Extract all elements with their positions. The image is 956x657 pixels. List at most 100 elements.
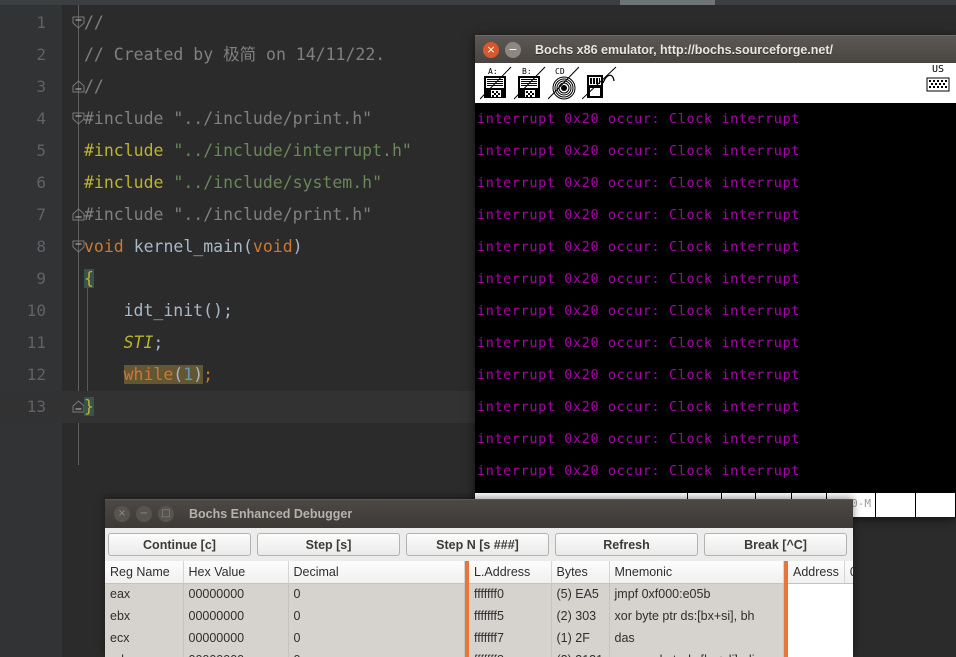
table-row[interactable]: eax 00000000 0 <box>105 583 465 605</box>
floppy-a-icon[interactable]: A: <box>480 65 512 101</box>
bochs-enhanced-debugger-window[interactable]: × − □ Bochs Enhanced Debugger Continue [… <box>105 499 853 657</box>
disassembly-pane[interactable]: L.Address Bytes Mnemonic fffffff0 (5) EA5 jmp… <box>469 561 784 657</box>
debugger-minimize-button[interactable]: − <box>136 506 152 522</box>
column-header[interactable]: L.Address <box>469 561 552 584</box>
table-row[interactable]: fffffff8(2) 3131xor word ptr ds:[bx+di],… <box>469 649 784 657</box>
debugger-toolbar: Continue [c] Step [s] Step N [s ###] Refres… <box>105 528 853 561</box>
line-number: 11 <box>26 333 46 352</box>
table-cell: 00000000 <box>183 583 289 605</box>
code-token: (); <box>203 301 233 320</box>
debugger-title-bar[interactable]: × − □ Bochs Enhanced Debugger <box>105 499 853 528</box>
column-header[interactable]: Reg Name <box>105 561 184 584</box>
column-header[interactable]: Hex Value <box>183 561 289 584</box>
memory-pane[interactable]: Address0 <box>788 561 853 657</box>
bochs-close-button[interactable]: × <box>483 41 499 58</box>
registers-table[interactable]: Reg Name Hex Value Decimal eax 00000000 0 ebx 0… <box>105 561 465 657</box>
code-text: while(1); <box>84 359 213 391</box>
registers-pane[interactable]: Reg Name Hex Value Decimal eax 00000000 0 ebx 0… <box>105 561 465 657</box>
bochs-minimize-button[interactable]: − <box>505 41 521 58</box>
vga-text-line: interrupt 0x20 occur: Clock interrupt <box>477 303 800 319</box>
table-cell: 00000000 <box>183 605 289 627</box>
vga-text-line: interrupt 0x20 occur: Clock interrupt <box>477 143 800 159</box>
vga-text-line: interrupt 0x20 occur: Clock interrupt <box>477 175 800 191</box>
minimize-icon: − <box>139 508 149 519</box>
bochs-emulator-window[interactable]: × − Bochs x86 emulator, http://bochs.sou… <box>475 35 956 517</box>
table-cell: fffffff5 <box>469 605 552 627</box>
debugger-maximize-button[interactable]: □ <box>158 506 174 522</box>
table-row[interactable]: fffffff0 (5) EA5 jmpf 0xf000:e05b <box>469 583 784 605</box>
table-cell: 0 <box>288 605 465 627</box>
line-number: 8 <box>36 237 46 256</box>
debugger-close-button[interactable]: × <box>114 506 130 522</box>
bochs-window-title: Bochs x86 emulator, http://bochs.sourcef… <box>535 42 833 57</box>
keyboard-layout-indicator[interactable]: US <box>923 64 953 92</box>
svg-text:CD: CD <box>555 67 565 76</box>
table-row[interactable]: ecx 00000000 0 <box>105 627 465 649</box>
code-token: #include <box>84 109 164 128</box>
table-cell: jmpf 0xf000:e05b <box>609 583 784 605</box>
svg-text:A:: A: <box>488 67 498 76</box>
maximize-icon: □ <box>161 508 171 519</box>
code-text: // <box>84 71 104 103</box>
code-token: "../include/print.h" <box>173 205 373 224</box>
screen-root: 1 // 2 // Created by 极简 on 14/11/22. 3 // 4 #in… <box>0 0 956 657</box>
memory-table[interactable]: Address0 <box>788 561 853 584</box>
table-row[interactable]: fffffff5 (2) 303 xor byte ptr ds:[bx+si], … <box>469 605 784 627</box>
vga-text-line: interrupt 0x20 occur: Clock interrupt <box>477 239 800 255</box>
code-token: // <box>84 13 104 32</box>
keyboard-icon <box>926 77 950 92</box>
column-header[interactable]: Bytes <box>551 561 610 584</box>
step-button[interactable]: Step [s] <box>257 533 400 556</box>
bochs-toolbar[interactable]: A: B: CD US <box>475 63 956 103</box>
table-row[interactable]: ebx 00000000 0 <box>105 605 465 627</box>
cdrom-icon[interactable]: CD <box>548 65 580 101</box>
line-number: 9 <box>36 269 46 288</box>
floppy-b-icon[interactable]: B: <box>514 65 546 101</box>
table-cell: ebx <box>105 605 184 627</box>
bochs-vga-screen[interactable]: interrupt 0x20 occur: Clock interrupt int… <box>475 103 956 493</box>
tape-icon[interactable] <box>582 65 617 101</box>
column-header[interactable]: Decimal <box>288 561 465 584</box>
line-number: 12 <box>26 365 46 384</box>
refresh-button[interactable]: Refresh <box>555 533 698 556</box>
table-row[interactable]: fffffff7 (1) 2F das <box>469 627 784 649</box>
code-token: 1 <box>183 365 194 384</box>
table-row[interactable]: edx000000000 <box>105 649 465 657</box>
line-number: 10 <box>26 301 46 320</box>
table-cell: fffffff0 <box>469 583 552 605</box>
code-token: idt_init <box>123 301 204 320</box>
code-token: while <box>123 365 174 384</box>
disassembly-table[interactable]: L.Address Bytes Mnemonic fffffff0 (5) EA5 jmp… <box>469 561 784 657</box>
table-cell: 00000000 <box>183 649 289 657</box>
code-token: "../include/interrupt.h" <box>173 141 412 160</box>
break-button[interactable]: Break [^C] <box>704 533 847 556</box>
debugger-panes: Reg Name Hex Value Decimal eax 00000000 0 ebx 0… <box>105 561 853 657</box>
table-cell: das <box>609 627 784 649</box>
code-token: { <box>84 269 94 288</box>
close-icon: × <box>117 508 127 519</box>
code-text: } <box>84 391 94 423</box>
code-token: "../include/print.h" <box>173 109 373 128</box>
column-header[interactable]: Mnemonic <box>609 561 784 584</box>
table-cell: ecx <box>105 627 184 649</box>
code-text: #include "../include/print.h" <box>84 199 372 231</box>
table-cell: (2) 303 <box>551 605 610 627</box>
continue-button[interactable]: Continue [c] <box>108 533 251 556</box>
column-header[interactable]: 0 <box>844 561 853 584</box>
table-header-row: Address0 <box>788 561 853 584</box>
bochs-title-bar[interactable]: × − Bochs x86 emulator, http://bochs.sou… <box>475 35 956 63</box>
step-n-button[interactable]: Step N [s ###] <box>406 533 549 556</box>
line-number: 2 <box>36 45 46 64</box>
table-cell: eax <box>105 583 184 605</box>
column-header[interactable]: Address <box>788 561 845 584</box>
table-cell: fffffff8 <box>469 649 552 657</box>
vga-text-line: interrupt 0x20 occur: Clock interrupt <box>477 367 800 383</box>
svg-text:B:: B: <box>522 67 532 76</box>
code-text: { <box>84 263 94 295</box>
code-text: #include "../include/system.h" <box>84 167 382 199</box>
code-token: ) <box>292 237 303 256</box>
code-text: #include "../include/print.h" <box>84 103 372 135</box>
debugger-window-title: Bochs Enhanced Debugger <box>189 507 353 521</box>
table-cell: (5) EA5 <box>551 583 610 605</box>
